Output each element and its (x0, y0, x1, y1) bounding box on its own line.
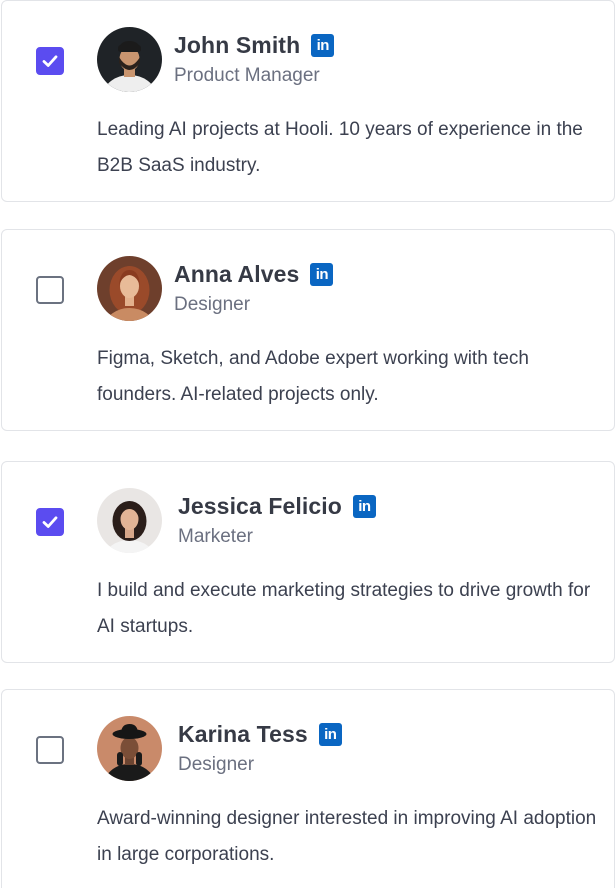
person-bio: Leading AI projects at Hooli. 10 years o… (97, 119, 583, 176)
select-checkbox[interactable] (36, 736, 64, 764)
person-role: Marketer (178, 526, 253, 547)
person-role: Designer (174, 294, 251, 315)
person-card[interactable]: Karina Tess in Designer Award-winning de… (1, 689, 615, 888)
linkedin-icon[interactable]: in (310, 262, 334, 286)
avatar (97, 716, 162, 781)
select-checkbox[interactable] (36, 508, 64, 536)
select-checkbox[interactable] (36, 276, 64, 304)
person-bio: Award-winning designer interested in imp… (97, 808, 597, 865)
checkmark-icon (42, 516, 58, 528)
people-list: John Smith in Product Manager Leading AI… (0, 0, 616, 888)
person-name: Anna Alves (174, 260, 300, 287)
linkedin-icon[interactable]: in (352, 494, 376, 518)
person-name: Jessica Felicio (178, 492, 342, 519)
linkedin-icon[interactable]: in (311, 33, 335, 57)
person-name: John Smith (174, 31, 301, 58)
person-card[interactable]: Jessica Felicio in Marketer I build and … (1, 461, 615, 663)
person-role: Designer (178, 754, 255, 775)
person-card[interactable]: Anna Alves in Designer Figma, Sketch, an… (1, 229, 615, 431)
person-bio: I build and execute marketing strategies… (97, 580, 591, 637)
select-checkbox[interactable] (36, 47, 64, 75)
person-role: Product Manager (174, 65, 320, 86)
person-name: Karina Tess (178, 720, 308, 747)
checkmark-icon (42, 55, 58, 67)
linkedin-icon[interactable]: in (318, 722, 342, 746)
avatar (97, 256, 162, 321)
person-bio: Figma, Sketch, and Adobe expert working … (97, 348, 529, 405)
avatar (97, 27, 162, 92)
person-card[interactable]: John Smith in Product Manager Leading AI… (1, 0, 615, 202)
avatar (97, 488, 162, 553)
